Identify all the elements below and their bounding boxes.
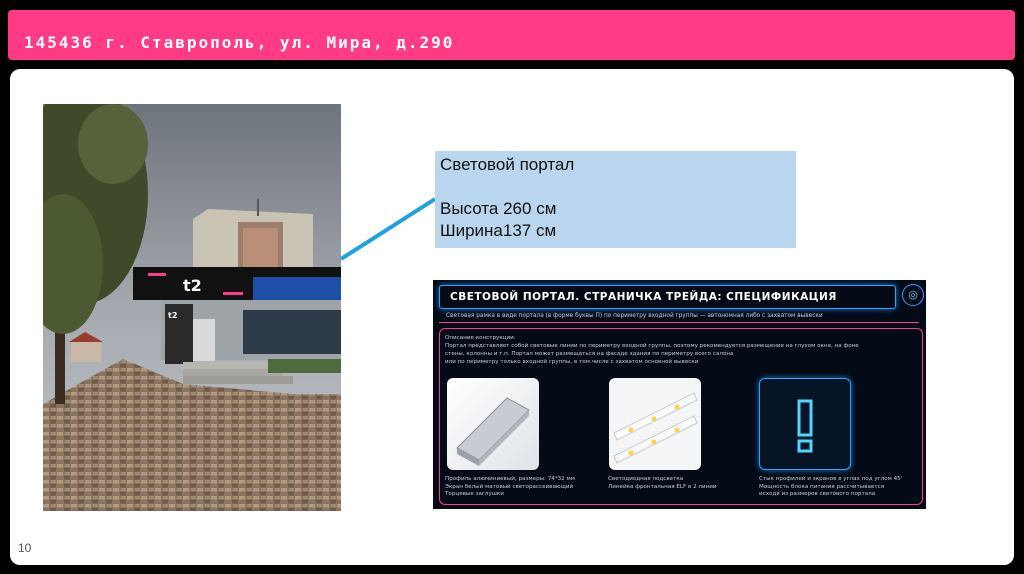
led-strip-image xyxy=(609,378,701,470)
profile-caption: Профиль алюминиевый, размеры: 74*32 мм Э… xyxy=(445,476,595,499)
page-number: 10 xyxy=(18,541,32,555)
warning-exclamation-icon xyxy=(759,378,851,470)
led-caption: Светодиодная подсветка Линейка фронтальн… xyxy=(608,476,758,491)
exclamation-drawing xyxy=(797,399,813,453)
led-strip-drawing xyxy=(613,392,698,464)
caption-line: Экран белый матовый светорассеивающий xyxy=(445,483,574,490)
portal-width: Ширина137 см xyxy=(440,221,557,240)
joint-caption: Стык профилей и экранов в углах под угло… xyxy=(759,476,909,499)
spec-title: СВЕТОВОЙ ПОРТАЛ. СТРАНИЧКА ТРЕЙДА: СПЕЦИ… xyxy=(450,291,837,303)
spec-divider xyxy=(439,322,919,323)
caption-line: Светодиодная подсветка xyxy=(608,476,684,482)
lightbulb-icon: ◎ xyxy=(902,284,924,306)
caption-line: Стык профилей и экранов в углах под угло… xyxy=(759,476,903,482)
portal-name: Световой портал xyxy=(440,155,575,174)
spec-title-frame: СВЕТОВОЙ ПОРТАЛ. СТРАНИЧКА ТРЕЙДА: СПЕЦИ… xyxy=(439,285,896,309)
caption-line: исходя из размеров светового портала xyxy=(759,491,876,497)
caption-line: Мощность блока питания рассчитывается xyxy=(759,483,885,490)
desc-line: Портал представляет собой световые линии… xyxy=(445,343,859,349)
desc-line: или по периметру только входной группы, … xyxy=(445,359,699,365)
profile-drawing xyxy=(456,397,530,466)
aluminum-profile-image xyxy=(447,378,539,470)
portal-info-box: Световой портал Высота 260 см Ширина137 … xyxy=(435,151,796,248)
address-title: 145436 г. Ставрополь, ул. Мира, д.290 xyxy=(24,33,455,52)
desc-heading: Описание конструкции: xyxy=(445,335,516,341)
caption-line: Линейка фронтальная ELF в 2 линии xyxy=(608,483,717,490)
spec-lead: Световая рамка в виде портала (в форме б… xyxy=(446,313,823,319)
portal-height: Высота 260 см xyxy=(440,199,557,218)
slide-body: t2 t2 Световой портал Высота 260 см Шири… xyxy=(10,69,1014,565)
spec-description: Описание конструкции: Портал представляе… xyxy=(445,334,915,366)
caption-line: Профиль алюминиевый, размеры: 74*32 мм xyxy=(445,476,575,482)
header-bar: 145436 г. Ставрополь, ул. Мира, д.290 xyxy=(8,10,1015,60)
caption-line: Торцевые заглушки xyxy=(445,491,504,497)
desc-line: стены, колонны и т.п. Портал может разме… xyxy=(445,351,734,357)
spec-image: СВЕТОВОЙ ПОРТАЛ. СТРАНИЧКА ТРЕЙДА: СПЕЦИ… xyxy=(433,280,926,509)
